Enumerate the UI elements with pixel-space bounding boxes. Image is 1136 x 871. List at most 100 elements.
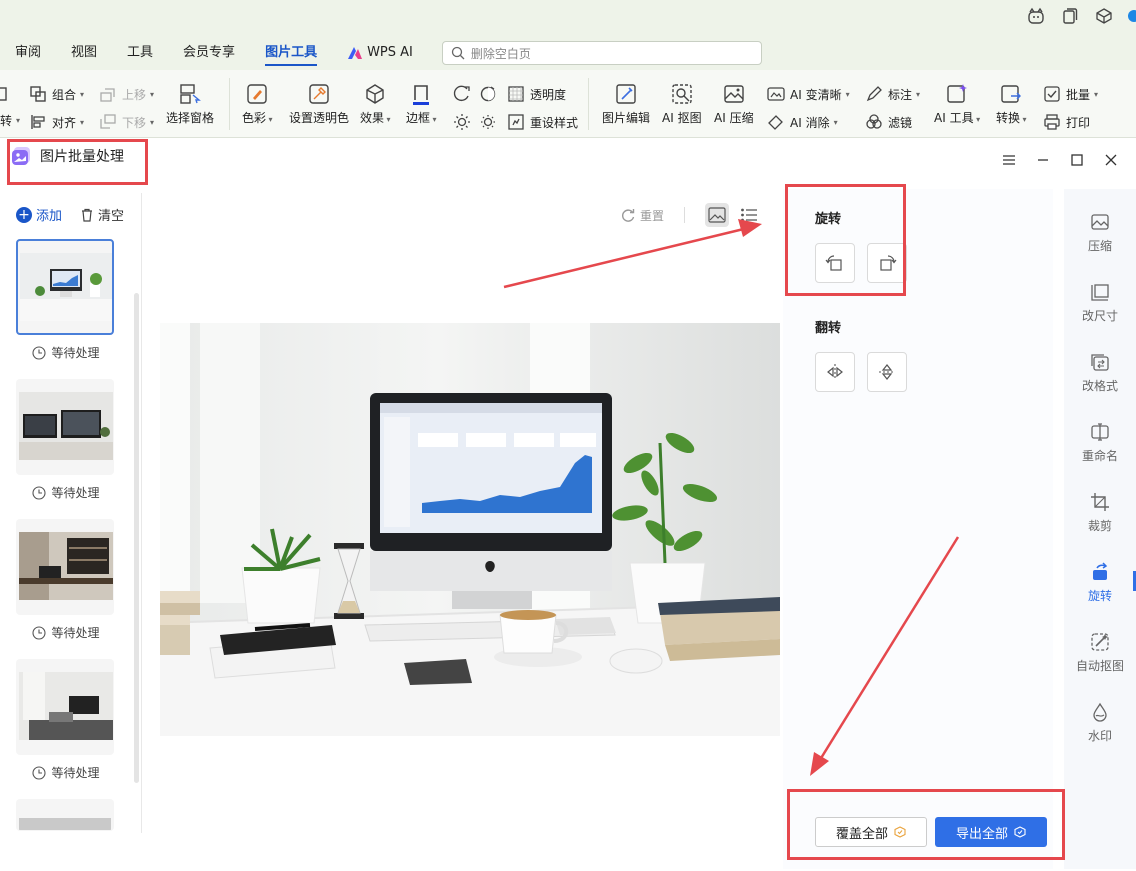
thumbnail-4[interactable] [16,659,114,755]
rotate-icon [1093,562,1108,580]
reset-label: 重置 [640,208,665,223]
select-pane-icon [180,84,201,104]
transparency-icon [508,86,524,102]
plus-icon: + [16,206,32,223]
clear-button[interactable]: 清空 [80,205,124,224]
cube-icon[interactable] [1094,6,1114,26]
color-button[interactable]: 色彩 ▾ [242,82,273,126]
clock-icon [32,625,47,640]
ai-cutout-button[interactable]: AI 抠图 [662,82,702,126]
group-icon [30,86,46,102]
ai-cutout-icon [672,84,692,104]
transparency-button[interactable]: 透明度 [506,84,566,104]
ribbon-toolbar: 转 ▾ 组合 ▾ 对齐 ▾ 上移 ▾ 下移 ▾ 选择窗格 色彩 ▾ 设置透明色 效果 ▾ … [0,70,1136,138]
clock-icon [32,485,47,500]
tab-picture-tools[interactable]: 图片工具 [250,36,332,70]
tab-member[interactable]: 会员专享 [168,36,250,70]
cut-tool-top[interactable] [0,84,20,104]
pen-icon [866,86,882,102]
close-icon[interactable] [1104,153,1118,167]
tab-wps-ai[interactable]: WPS AI [332,36,428,70]
brightness-button[interactable] [452,112,472,132]
image-icon [708,207,726,223]
move-down-button[interactable]: 下移 ▾ [98,112,154,132]
cut-tool-bottom[interactable]: 转 ▾ [0,112,20,129]
thumbnail-1[interactable] [16,239,114,335]
ai-tools-button[interactable]: AI 工具 ▾ [934,82,980,126]
windows-icon[interactable] [1060,6,1080,26]
reset-button[interactable]: 重置 [620,207,664,224]
resize-icon [1091,284,1109,301]
thumbnail-status: 等待处理 [16,624,116,641]
align-button[interactable]: 对齐 ▾ [28,112,84,132]
thumbnail-3[interactable] [16,519,114,615]
nav-compress[interactable]: 压缩 [1064,211,1136,254]
select-pane-button[interactable]: 选择窗格 [166,82,214,126]
print-label: 打印 [1066,115,1091,130]
refresh-icon [622,209,635,222]
menu-icon[interactable] [1002,153,1016,167]
nav-rename[interactable]: 重命名 [1064,421,1136,464]
maximize-icon[interactable] [1070,153,1084,167]
ai-compress-button[interactable]: AI 压缩 [714,82,754,126]
flip-vertical-button[interactable] [867,352,907,392]
border-icon [413,85,430,105]
set-transparent-icon [309,84,329,104]
crop-icon [1091,493,1109,511]
ai-erase-button[interactable]: AI 消除 ▾ [766,112,838,132]
thumbnail-2[interactable] [16,379,114,475]
eraser-icon [768,115,783,130]
annotate-button[interactable]: 标注 ▾ [864,84,920,104]
search-input[interactable]: 删除空白页 [441,41,762,65]
watermark-icon [1093,702,1107,722]
tab-review[interactable]: 审阅 [0,36,56,70]
batch-button[interactable]: 批量 ▾ [1042,84,1098,104]
add-button[interactable]: + 添加 [16,205,62,224]
convert-button[interactable]: 转换 ▾ [996,82,1027,126]
border-label: 边框 ▾ [406,111,437,125]
thumbnail-5[interactable] [16,799,114,831]
thumbnail-scrollbar[interactable] [134,293,139,783]
filter-icon [866,114,882,129]
move-up-button[interactable]: 上移 ▾ [98,84,154,104]
trash-icon [82,208,93,222]
batch-label: 批量 [1066,87,1091,102]
sun-minus-icon [481,115,495,129]
flip-horizontal-button[interactable] [815,352,855,392]
cat-icon[interactable] [1026,6,1046,26]
nav-crop[interactable]: 裁剪 [1064,491,1136,534]
darkness-button[interactable] [478,112,498,132]
feature-side-nav: 压缩 改尺寸 改格式 重命名 裁剪 旋转 自动抠图 水印 [1064,189,1136,869]
ai-tools-label: AI 工具 ▾ [934,111,981,125]
nav-format[interactable]: 改格式 [1064,351,1136,394]
reset-style-button[interactable]: 重设样式 [506,112,578,132]
contrast-button[interactable] [478,84,498,104]
thumbnail-status: 等待处理 [16,344,116,361]
nav-auto-cutout[interactable]: 自动抠图 [1064,631,1136,674]
thumbnail-image [20,253,112,321]
nav-rotate[interactable]: 旋转 [1064,561,1136,604]
minimize-icon[interactable] [1036,153,1050,167]
compress-icon [1091,214,1109,230]
ai-erase-label: AI 消除 [790,115,830,130]
list-view-button[interactable] [737,203,761,227]
clock-icon [32,345,47,360]
print-button[interactable]: 打印 [1042,112,1090,132]
thumbnail-status: 等待处理 [16,484,116,501]
group-button[interactable]: 组合 ▾ [28,84,84,104]
tab-tools[interactable]: 工具 [112,36,168,70]
image-edit-button[interactable]: 图片编辑 [602,82,650,126]
effects-button[interactable]: 效果 ▾ [360,82,391,126]
filter-button[interactable]: 滤镜 [864,112,912,132]
auto-cutout-icon [1091,633,1109,651]
tab-view[interactable]: 视图 [56,36,112,70]
nav-resize[interactable]: 改尺寸 [1064,281,1136,324]
set-transparent-button[interactable]: 设置透明色 [289,82,349,126]
image-view-button[interactable] [705,203,730,227]
border-button[interactable]: 边框 ▾ [406,82,437,126]
brightness-up-button[interactable] [452,84,472,104]
nav-watermark[interactable]: 水印 [1064,701,1136,744]
user-avatar[interactable] [1128,10,1136,22]
ai-sharpen-button[interactable]: AI 变清晰 ▾ [766,84,850,104]
ai-sharpen-icon [767,87,785,101]
